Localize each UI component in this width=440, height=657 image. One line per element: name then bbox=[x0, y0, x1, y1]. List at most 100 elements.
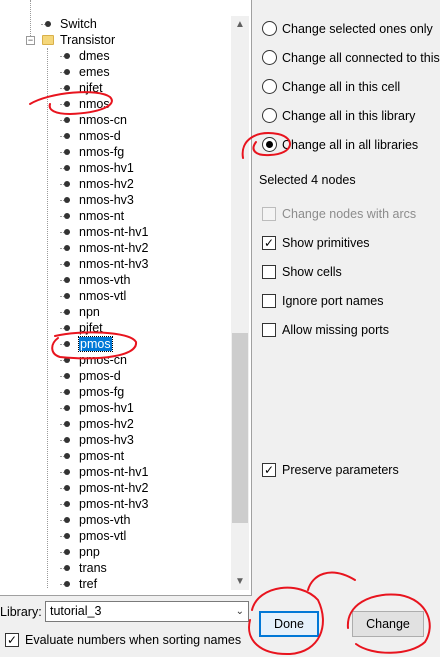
checkbox-label: Allow missing ports bbox=[282, 323, 389, 337]
radio-change-library[interactable]: Change all in this library bbox=[262, 105, 415, 127]
tree-item-label: tref bbox=[79, 577, 98, 591]
tree-item[interactable]: dmes bbox=[60, 48, 110, 64]
tree-item-label: nmos-hv1 bbox=[79, 161, 134, 175]
tree-item[interactable]: nmos-vtl bbox=[60, 288, 126, 304]
tree-item[interactable]: pmos-vth bbox=[60, 512, 130, 528]
tree-item[interactable]: tref bbox=[60, 576, 98, 592]
tree-item[interactable]: pmos-nt bbox=[60, 448, 124, 464]
tree-item[interactable]: nmos-fg bbox=[60, 144, 124, 160]
tree-item-label: emes bbox=[79, 65, 110, 79]
checkbox-allow-missing-ports[interactable]: Allow missing ports bbox=[262, 319, 389, 341]
tree-item[interactable]: nmos-vth bbox=[60, 272, 130, 288]
tree-item[interactable]: pmos-cn bbox=[60, 352, 127, 368]
tree-item[interactable]: nmos-nt bbox=[60, 208, 124, 224]
node-bullet-icon bbox=[64, 581, 70, 587]
node-bullet-icon bbox=[64, 293, 70, 299]
checkbox-show-cells[interactable]: Show cells bbox=[262, 261, 342, 283]
tree-item[interactable]: pmos-nt-hv2 bbox=[60, 480, 149, 496]
radio-button[interactable] bbox=[262, 50, 277, 66]
tree-item[interactable]: trans bbox=[60, 560, 107, 576]
tree-item[interactable]: pmos-hv1 bbox=[60, 400, 134, 416]
tree-item-switch[interactable]: Switch bbox=[41, 16, 97, 32]
tree-item[interactable]: pnp bbox=[60, 544, 100, 560]
checkbox-label: Preserve parameters bbox=[282, 463, 399, 477]
tree-item[interactable]: pmos-hv2 bbox=[60, 416, 134, 432]
tree-item[interactable]: nmos-hv3 bbox=[60, 192, 134, 208]
tree-item[interactable]: pmos-vtl bbox=[60, 528, 126, 544]
radio-change-selected[interactable]: Change selected ones only bbox=[262, 18, 433, 40]
tree-item[interactable]: pmos-nt-hv1 bbox=[60, 464, 148, 480]
radio-change-cell[interactable]: Change all in this cell bbox=[262, 76, 400, 98]
node-bullet-icon bbox=[64, 437, 70, 443]
tree-item[interactable]: pmos-fg bbox=[60, 384, 124, 400]
library-select[interactable]: tutorial_3 ⌄ bbox=[45, 601, 249, 622]
node-tree[interactable]: Switch − Transistor dmes emes njfet nmos nmo… bbox=[0, 0, 252, 596]
node-bullet-icon bbox=[64, 149, 70, 155]
tree-item[interactable]: pmos-d bbox=[60, 368, 121, 384]
tree-item-transistor[interactable]: Transistor bbox=[60, 32, 115, 48]
tree-item-label: pmos-nt-hv3 bbox=[79, 497, 149, 511]
checkbox[interactable]: ✓ bbox=[262, 235, 276, 250]
node-bullet-icon bbox=[64, 229, 70, 235]
checkbox-label: Show primitives bbox=[282, 236, 370, 250]
tree-item-label: nmos-nt-hv2 bbox=[79, 241, 149, 255]
checkbox-show-primitives[interactable]: ✓ Show primitives bbox=[262, 232, 370, 254]
tree-item-label: nmos-nt-hv3 bbox=[79, 257, 149, 271]
radio-button[interactable] bbox=[262, 108, 277, 124]
radio-button[interactable] bbox=[262, 79, 277, 95]
checkbox-ignore-port-names[interactable]: Ignore port names bbox=[262, 290, 383, 312]
checkbox[interactable]: ✓ bbox=[5, 632, 19, 647]
scroll-down-arrow-icon[interactable]: ▼ bbox=[231, 573, 249, 590]
node-bullet-icon bbox=[64, 325, 70, 331]
tree-item[interactable]: pmos-nt-hv3 bbox=[60, 496, 149, 512]
tree-item[interactable]: npn bbox=[60, 304, 100, 320]
tree-item[interactable]: nmos-hv2 bbox=[60, 176, 134, 192]
node-bullet-icon bbox=[64, 309, 70, 315]
tree-item-label: nmos-nt-hv1 bbox=[79, 225, 149, 239]
checkbox[interactable]: ✓ bbox=[262, 462, 276, 477]
tree-item[interactable]: pmos bbox=[60, 336, 113, 352]
radio-change-all-libraries[interactable]: Change all in all libraries bbox=[262, 134, 418, 156]
node-bullet-icon bbox=[64, 277, 70, 283]
collapse-toggle-icon[interactable]: − bbox=[26, 36, 35, 45]
radio-button[interactable] bbox=[262, 21, 277, 37]
tree-item[interactable]: njfet bbox=[60, 80, 103, 96]
tree-item[interactable]: pjfet bbox=[60, 320, 103, 336]
done-button[interactable]: Done bbox=[259, 611, 319, 637]
radio-label: Change all in all libraries bbox=[282, 138, 419, 152]
scrollbar-thumb[interactable] bbox=[232, 333, 248, 523]
node-bullet-icon bbox=[64, 85, 70, 91]
tree-item[interactable]: nmos bbox=[60, 96, 110, 112]
tree-item[interactable]: nmos-cn bbox=[60, 112, 127, 128]
tree-item-label: pmos-nt-hv2 bbox=[79, 481, 149, 495]
node-bullet-icon bbox=[64, 549, 70, 555]
change-button[interactable]: Change bbox=[352, 611, 424, 637]
radio-change-connected[interactable]: Change all connected to this bbox=[262, 47, 440, 69]
node-bullet-icon bbox=[64, 341, 70, 347]
tree-item[interactable]: nmos-nt-hv1 bbox=[60, 224, 149, 240]
tree-item[interactable]: nmos-nt-hv3 bbox=[60, 256, 149, 272]
tree-item[interactable]: nmos-d bbox=[60, 128, 121, 144]
checkbox[interactable] bbox=[262, 293, 276, 308]
tree-item[interactable]: emes bbox=[60, 64, 110, 80]
node-bullet-icon bbox=[64, 421, 70, 427]
node-bullet-icon bbox=[64, 197, 70, 203]
tree-item-label: nmos bbox=[79, 97, 110, 111]
tree-item-label: pmos-hv3 bbox=[79, 433, 134, 447]
tree-item-label: nmos-cn bbox=[79, 113, 127, 127]
node-bullet-icon bbox=[64, 453, 70, 459]
tree-item[interactable]: nmos-nt-hv2 bbox=[60, 240, 149, 256]
scroll-up-arrow-icon[interactable]: ▲ bbox=[231, 16, 249, 33]
radio-button[interactable] bbox=[262, 137, 277, 153]
checkbox-preserve-parameters[interactable]: ✓ Preserve parameters bbox=[262, 459, 399, 481]
tree-item[interactable]: pmos-hv3 bbox=[60, 432, 134, 448]
checkbox[interactable] bbox=[262, 264, 276, 279]
node-bullet-icon bbox=[64, 69, 70, 75]
tree-item[interactable]: nmos-hv1 bbox=[60, 160, 134, 176]
node-bullet-icon bbox=[64, 485, 70, 491]
checkbox-evaluate-numbers[interactable]: ✓ Evaluate numbers when sorting names bbox=[5, 631, 241, 649]
node-bullet-icon bbox=[64, 101, 70, 107]
checkbox-label: Change nodes with arcs bbox=[282, 207, 417, 221]
checkbox[interactable] bbox=[262, 322, 276, 337]
tree-item-label: dmes bbox=[79, 49, 110, 63]
